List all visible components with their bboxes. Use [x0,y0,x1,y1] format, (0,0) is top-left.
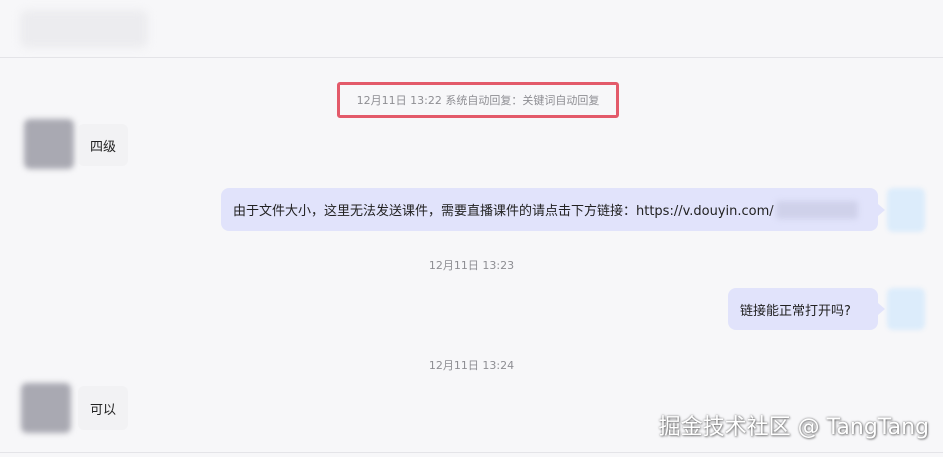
contact-avatar[interactable] [21,383,71,433]
message-bubble-incoming: 可以 [78,386,129,430]
message-bubble-outgoing: 链接能正常打开吗? [728,288,885,330]
message-bubble-incoming: 四级 [78,124,129,166]
message-text: 链接能正常打开吗? [740,303,851,319]
self-avatar[interactable] [887,188,925,232]
message-text: 四级 [90,139,117,155]
message-text: 由于文件大小，这里无法发送课件，需要直播课件的请点击下方链接：https://v… [233,204,774,219]
system-auto-reply-text: 12月11日 13:22 系统自动回复：关键词自动回复 [356,94,600,107]
divider [0,452,943,453]
self-avatar[interactable] [887,288,925,330]
message-timestamp: 12月11日 13:23 [428,259,515,272]
message-text: 可以 [90,402,117,418]
message-timestamp: 12月11日 13:24 [428,359,515,372]
chat-header [0,0,943,58]
link-redacted[interactable] [775,200,858,219]
contact-avatar[interactable] [24,119,74,169]
watermark: 掘金技术社区 @ TangTang [658,415,929,440]
contact-name-blurred [20,10,148,48]
system-auto-reply-notice: 12月11日 13:22 系统自动回复：关键词自动回复 [337,82,619,118]
message-bubble-outgoing: 由于文件大小，这里无法发送课件，需要直播课件的请点击下方链接：https://v… [221,188,885,231]
